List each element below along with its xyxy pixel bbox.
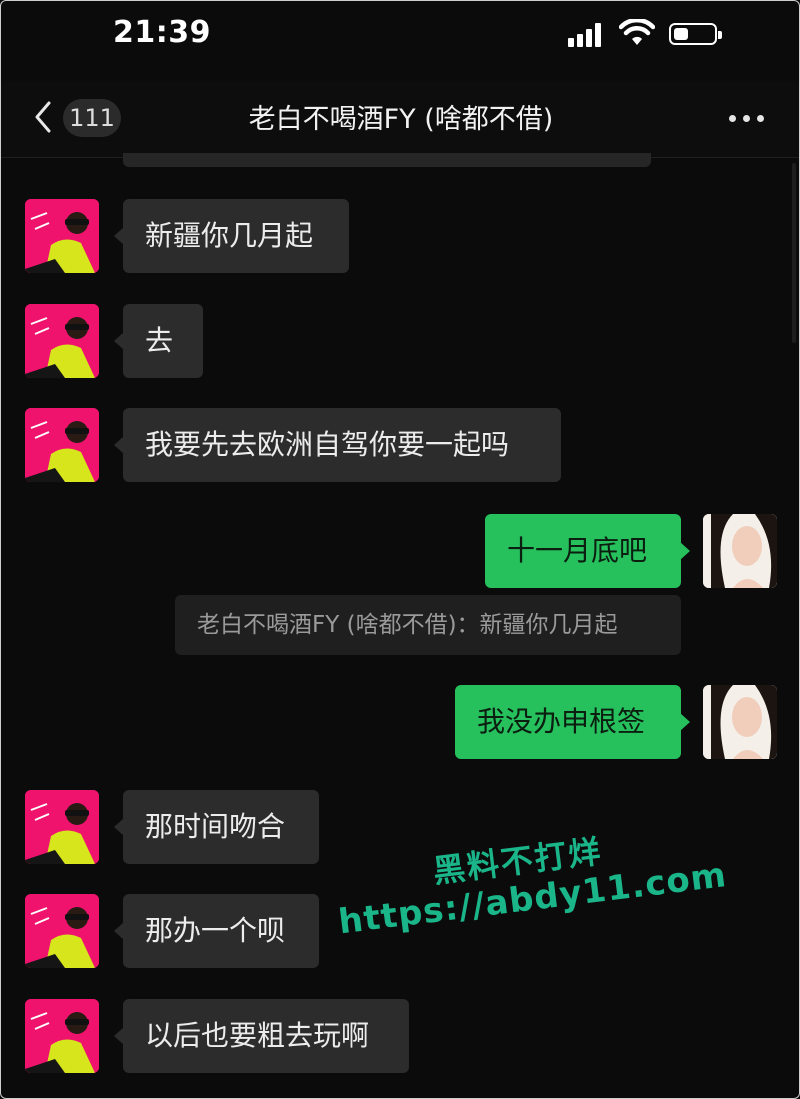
contact-avatar-image xyxy=(25,999,99,1073)
battery-icon xyxy=(669,23,722,45)
previous-message-edge xyxy=(123,153,651,167)
message-bubble[interactable]: 那时间吻合 xyxy=(114,790,319,864)
quoted-message[interactable]: 老白不喝酒FY (啥都不借)：新疆你几月起 xyxy=(175,595,681,655)
self-avatar-image xyxy=(703,514,777,588)
status-bar: 21:39 xyxy=(1,1,799,71)
message-bubble-outgoing[interactable]: 我没办申根签 xyxy=(455,685,690,759)
avatar[interactable] xyxy=(25,999,99,1073)
message-bubble[interactable]: 以后也要粗去玩啊 xyxy=(114,999,409,1073)
message-bubble[interactable]: 去 xyxy=(114,304,203,378)
contact-avatar-image xyxy=(25,304,99,378)
avatar[interactable] xyxy=(25,408,99,482)
chat-header: 111 老白不喝酒FY (啥都不借) xyxy=(1,81,799,158)
chat-screen: 21:39 111 老白不喝酒FY (啥都不借) 新疆你几月起 去 我要先去欧洲… xyxy=(0,0,800,1099)
avatar[interactable] xyxy=(25,894,99,968)
scrollbar[interactable] xyxy=(792,163,796,343)
contact-avatar-image xyxy=(25,199,99,273)
message-bubble[interactable]: 那办一个呗 xyxy=(114,894,319,968)
watermark: 黑料不打烊 https://abdy11.com xyxy=(331,810,743,978)
contact-avatar-image xyxy=(25,408,99,482)
avatar[interactable] xyxy=(25,304,99,378)
more-dots-icon[interactable] xyxy=(729,115,769,123)
status-time: 21:39 xyxy=(113,15,211,50)
self-avatar-image xyxy=(703,685,777,759)
contact-avatar-image xyxy=(25,790,99,864)
message-bubble[interactable]: 我要先去欧洲自驾你要一起吗 xyxy=(114,408,561,482)
avatar[interactable] xyxy=(25,199,99,273)
avatar-self[interactable] xyxy=(703,685,777,759)
message-bubble-outgoing[interactable]: 十一月底吧 xyxy=(485,514,690,588)
avatar[interactable] xyxy=(25,790,99,864)
wifi-icon xyxy=(619,19,655,45)
cellular-signal-icon xyxy=(568,23,608,47)
chat-title: 老白不喝酒FY (啥都不借) xyxy=(248,104,554,135)
contact-avatar-image xyxy=(25,894,99,968)
message-bubble[interactable]: 新疆你几月起 xyxy=(114,199,349,273)
avatar-self[interactable] xyxy=(703,514,777,588)
